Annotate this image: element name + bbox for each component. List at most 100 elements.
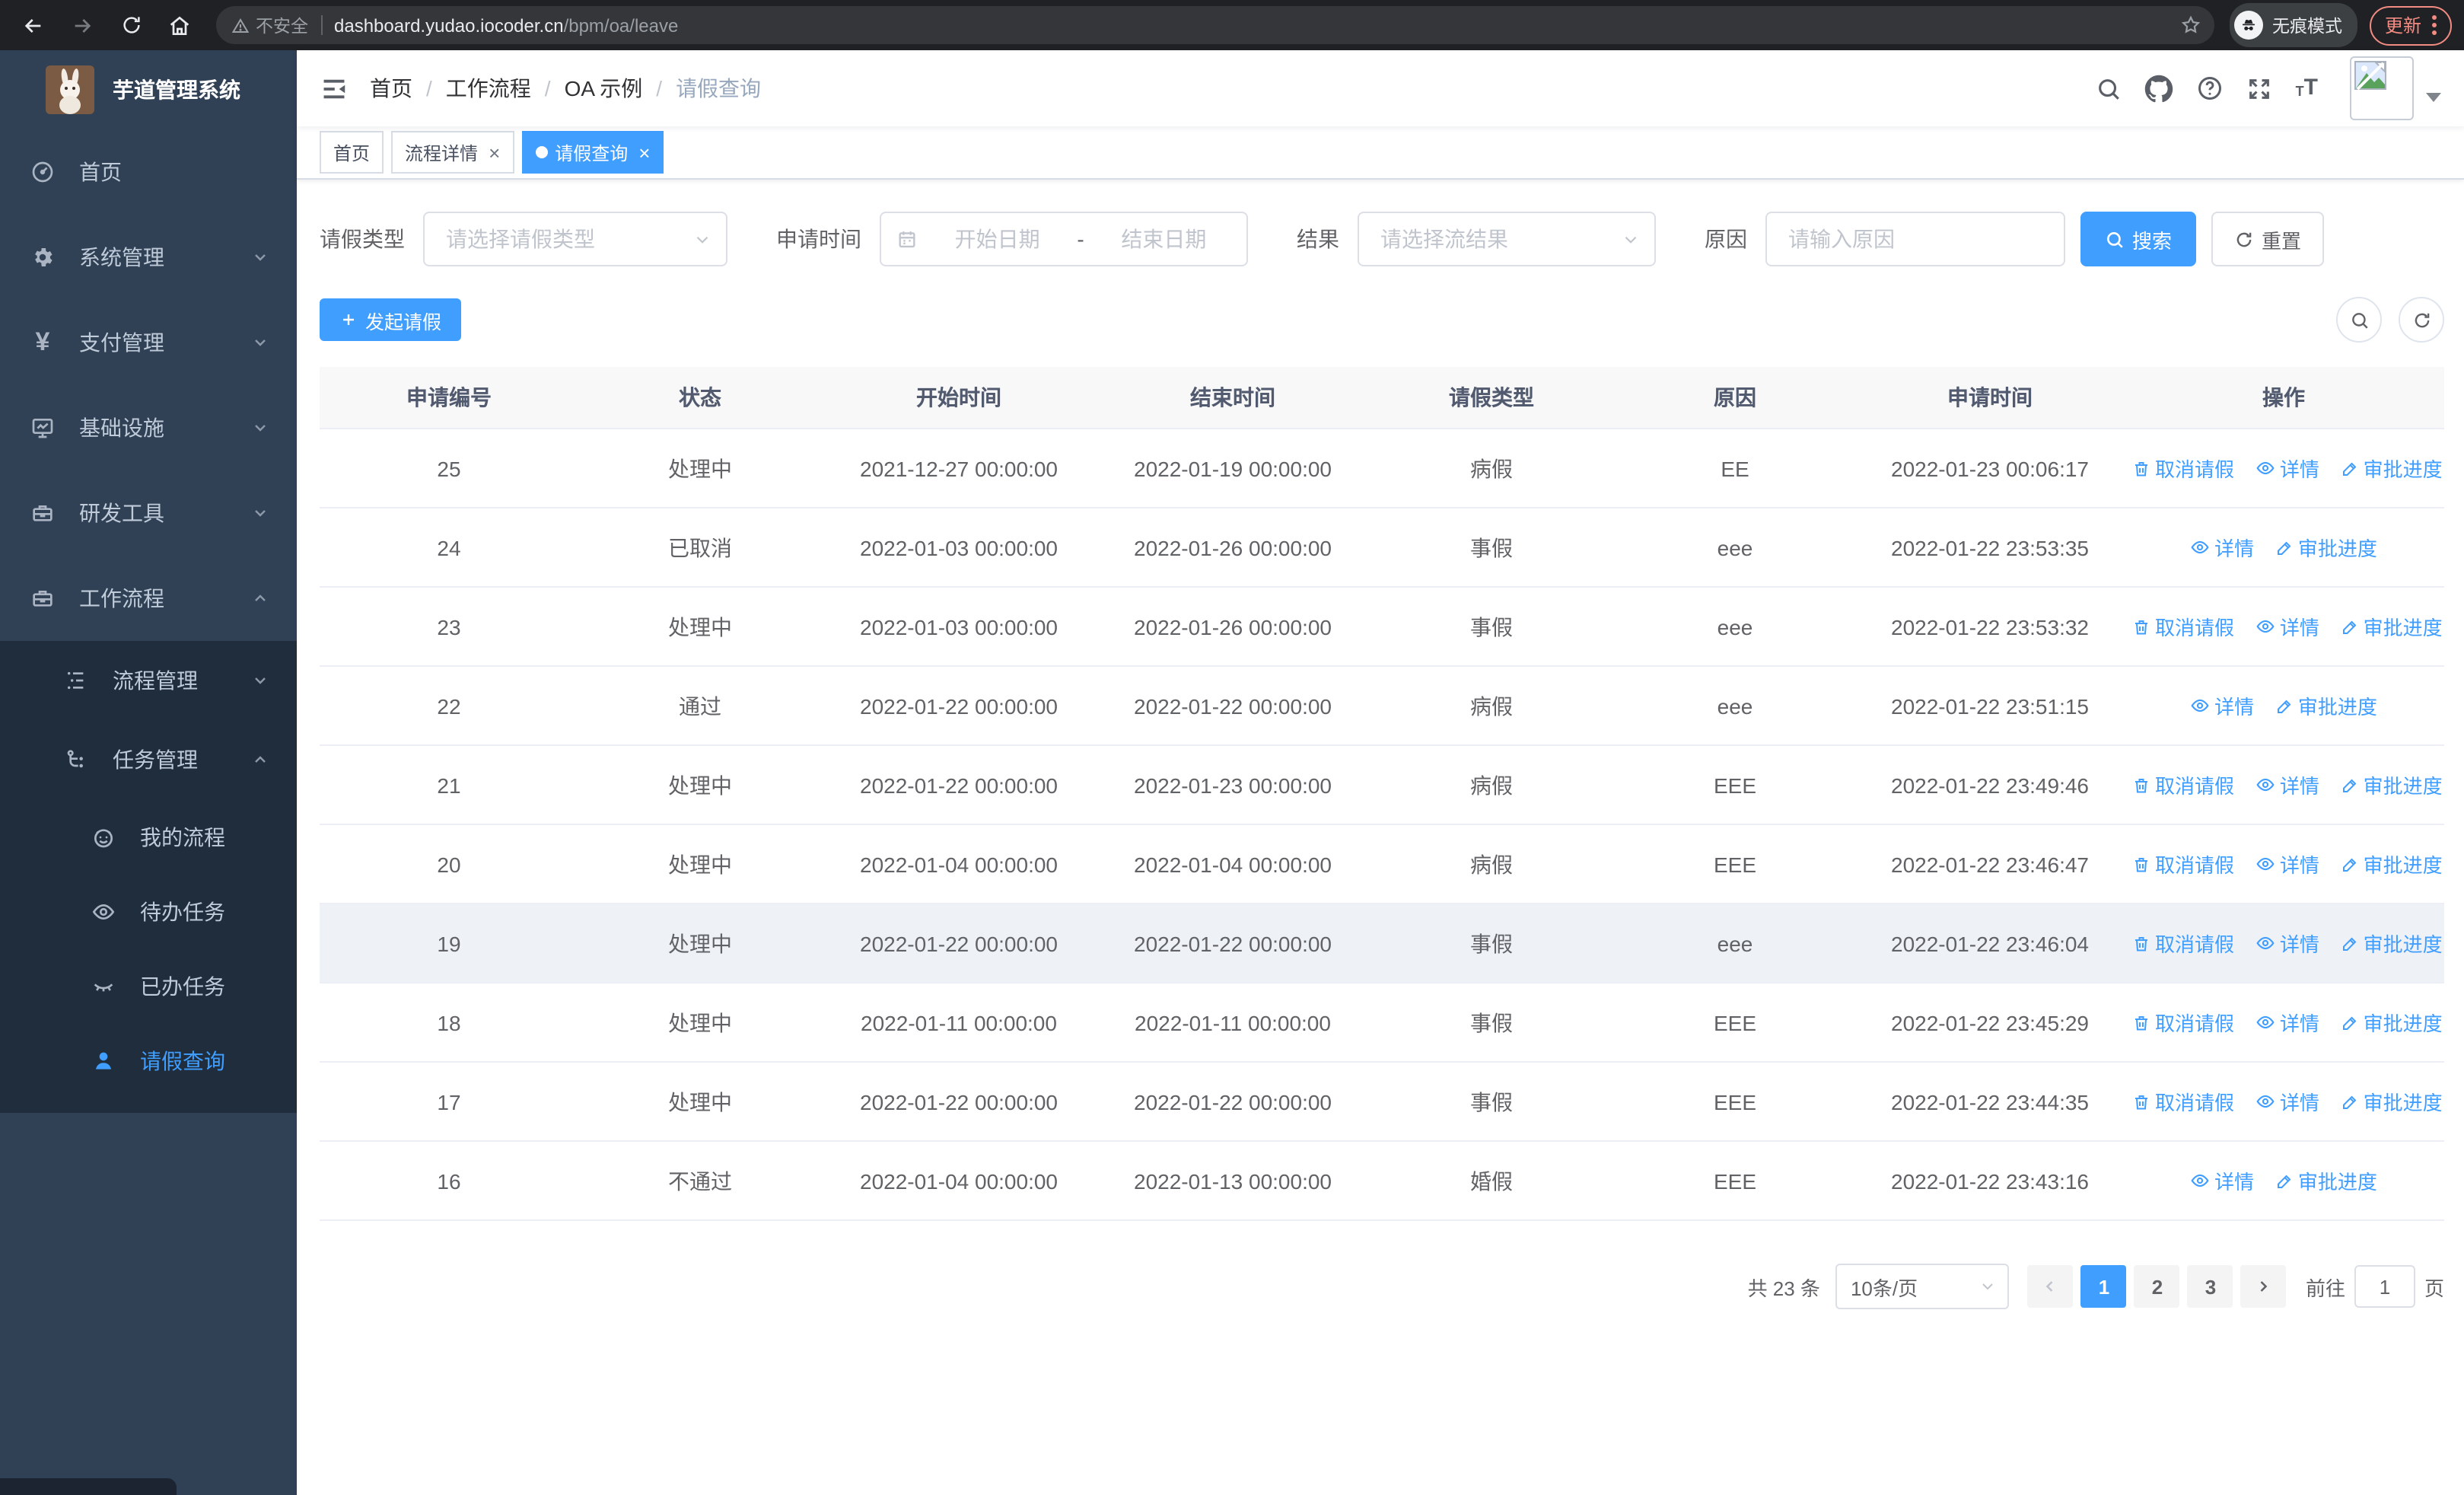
toggle-search-button[interactable] xyxy=(2336,297,2382,343)
browser-update-button[interactable]: 更新 xyxy=(2369,5,2452,45)
browser-forward-button[interactable] xyxy=(61,4,103,46)
fullscreen-icon[interactable] xyxy=(2247,75,2273,101)
sidebar-item-my-processes[interactable]: 我的流程 xyxy=(0,799,297,874)
close-icon[interactable]: × xyxy=(489,141,500,164)
close-icon[interactable]: × xyxy=(638,141,650,164)
detail-link[interactable]: 详情 xyxy=(2255,612,2319,641)
goto-page-input[interactable] xyxy=(2354,1265,2415,1308)
approval-progress-link[interactable]: 审批进度 xyxy=(2341,454,2443,483)
cancel-leave-link[interactable]: 取消请假 xyxy=(2132,1088,2234,1117)
next-page-button[interactable] xyxy=(2240,1265,2287,1308)
approval-progress-link[interactable]: 审批进度 xyxy=(2275,1167,2377,1196)
cancel-leave-link[interactable]: 取消请假 xyxy=(2132,929,2234,958)
browser-menu-icon[interactable] xyxy=(2432,15,2437,35)
cell-leave-type: 病假 xyxy=(1370,745,1613,825)
sidebar-item-task-management[interactable]: 任务管理 xyxy=(0,720,297,799)
hamburger-icon[interactable] xyxy=(320,74,349,103)
sidebar-item-process-management[interactable]: 流程管理 xyxy=(0,641,297,720)
active-dot xyxy=(535,146,548,158)
sidebar-item-dev-tools[interactable]: 研发工具 xyxy=(0,470,297,556)
cell-end-time: 2022-01-22 00:00:00 xyxy=(1096,904,1370,983)
detail-link[interactable]: 详情 xyxy=(2255,1008,2319,1037)
workflow-submenu: 流程管理 任务管理 我的流程 待办任务 已办任务 请假查询 xyxy=(0,641,297,1113)
cancel-leave-link[interactable]: 取消请假 xyxy=(2132,613,2234,642)
sidebar-item-payment[interactable]: ¥ 支付管理 xyxy=(0,300,297,385)
sidebar-item-leave-query[interactable]: 请假查询 xyxy=(0,1023,297,1098)
detail-link[interactable]: 详情 xyxy=(2255,929,2319,958)
create-leave-button[interactable]: 发起请假 xyxy=(320,298,462,341)
sidebar-item-todo-tasks[interactable]: 待办任务 xyxy=(0,874,297,948)
sidebar-item-system[interactable]: 系统管理 xyxy=(0,215,297,300)
approval-progress-link[interactable]: 审批进度 xyxy=(2341,1009,2443,1038)
browser-reload-button[interactable] xyxy=(110,4,152,46)
detail-link[interactable]: 详情 xyxy=(2190,1166,2254,1195)
result-select[interactable]: 请选择流结果 xyxy=(1358,212,1656,266)
not-secure-indicator[interactable]: 不安全 xyxy=(231,13,308,37)
approval-progress-link[interactable]: 审批进度 xyxy=(2275,534,2377,563)
detail-link[interactable]: 详情 xyxy=(2255,1087,2319,1116)
sidebar-item-infrastructure[interactable]: 基础设施 xyxy=(0,385,297,470)
goto-label: 前往 xyxy=(2305,1277,2345,1299)
reset-button[interactable]: 重置 xyxy=(2211,212,2325,266)
sidebar-item-done-tasks[interactable]: 已办任务 xyxy=(0,948,297,1023)
breadcrumb-workflow[interactable]: 工作流程 xyxy=(446,73,531,104)
detail-link[interactable]: 详情 xyxy=(2190,533,2254,562)
sidebar-item-home[interactable]: 首页 xyxy=(0,129,297,215)
cell-apply-time: 2022-01-22 23:53:32 xyxy=(1857,587,2123,667)
cell-start-time: 2022-01-03 00:00:00 xyxy=(822,508,1096,588)
sidebar: 芋道管理系统 首页 系统管理 ¥ 支付管理 基础设施 研发工具 工作流程 流程管… xyxy=(0,50,297,1495)
eye-icon xyxy=(2256,461,2275,474)
detail-link[interactable]: 详情 xyxy=(2255,770,2319,799)
user-menu[interactable] xyxy=(2350,56,2441,120)
tags-view: 首页 流程详情 × 请假查询 × xyxy=(297,126,2464,180)
url-bar[interactable]: 不安全 dashboard.yudao.iocoder.cn/bpm/oa/le… xyxy=(216,6,2214,44)
approval-progress-link[interactable]: 审批进度 xyxy=(2275,692,2377,721)
eye-icon xyxy=(91,899,116,923)
detail-link[interactable]: 详情 xyxy=(2255,454,2319,483)
help-icon[interactable] xyxy=(2197,75,2224,102)
prev-page-button[interactable] xyxy=(2027,1265,2074,1308)
page-button-2[interactable]: 2 xyxy=(2134,1265,2180,1308)
tab-home[interactable]: 首页 xyxy=(320,131,384,174)
approval-progress-link[interactable]: 审批进度 xyxy=(2341,850,2443,879)
search-button[interactable]: 搜索 xyxy=(2080,212,2197,266)
cancel-leave-link[interactable]: 取消请假 xyxy=(2132,850,2234,879)
page-size-select[interactable]: 10条/页 xyxy=(1835,1264,2009,1309)
approval-progress-link[interactable]: 审批进度 xyxy=(2341,771,2443,800)
approval-progress-link[interactable]: 审批进度 xyxy=(2341,929,2443,958)
pen-icon xyxy=(2342,779,2357,792)
page-button-1[interactable]: 1 xyxy=(2080,1265,2127,1308)
refresh-icon xyxy=(2236,231,2252,247)
leave-type-select[interactable]: 请选择请假类型 xyxy=(423,212,727,266)
sidebar-item-workflow[interactable]: 工作流程 xyxy=(0,556,297,641)
tab-leave-query[interactable]: 请假查询 × xyxy=(521,131,664,174)
cancel-leave-link[interactable]: 取消请假 xyxy=(2132,771,2234,800)
cell-apply-time: 2022-01-22 23:44:35 xyxy=(1857,1062,2123,1142)
reason-input[interactable] xyxy=(1765,212,2065,266)
approval-progress-link[interactable]: 审批进度 xyxy=(2341,613,2443,642)
browser-home-button[interactable] xyxy=(158,4,201,46)
breadcrumb-oa-example[interactable]: OA 示例 xyxy=(565,73,643,104)
table-row: 22 通过 2022-01-22 00:00:00 2022-01-22 00:… xyxy=(320,666,2444,746)
cell-status: 处理中 xyxy=(578,745,822,825)
github-icon[interactable] xyxy=(2145,74,2174,103)
eye-icon xyxy=(2256,1015,2275,1028)
approval-progress-link[interactable]: 审批进度 xyxy=(2341,1088,2443,1117)
table-toolbar: 发起请假 xyxy=(320,297,2444,343)
page-button-3[interactable]: 3 xyxy=(2187,1265,2233,1308)
gear-icon xyxy=(30,245,55,269)
col-actions: 操作 xyxy=(2123,367,2444,429)
refresh-table-button[interactable] xyxy=(2399,297,2444,343)
font-size-icon[interactable]: TT xyxy=(2296,76,2318,99)
detail-link[interactable]: 详情 xyxy=(2190,691,2254,720)
end-date-placeholder: 结束日期 xyxy=(1121,227,1207,251)
tab-process-detail[interactable]: 流程详情 × xyxy=(391,131,514,174)
cancel-leave-link[interactable]: 取消请假 xyxy=(2132,454,2234,483)
apply-time-range-picker[interactable]: 开始日期 - 结束日期 xyxy=(880,212,1248,266)
bookmark-star-icon[interactable] xyxy=(2179,14,2202,37)
browser-back-button[interactable] xyxy=(12,4,55,46)
breadcrumb-home[interactable]: 首页 xyxy=(370,73,412,104)
detail-link[interactable]: 详情 xyxy=(2255,850,2319,878)
header-search-icon[interactable] xyxy=(2096,75,2122,101)
cancel-leave-link[interactable]: 取消请假 xyxy=(2132,1009,2234,1038)
